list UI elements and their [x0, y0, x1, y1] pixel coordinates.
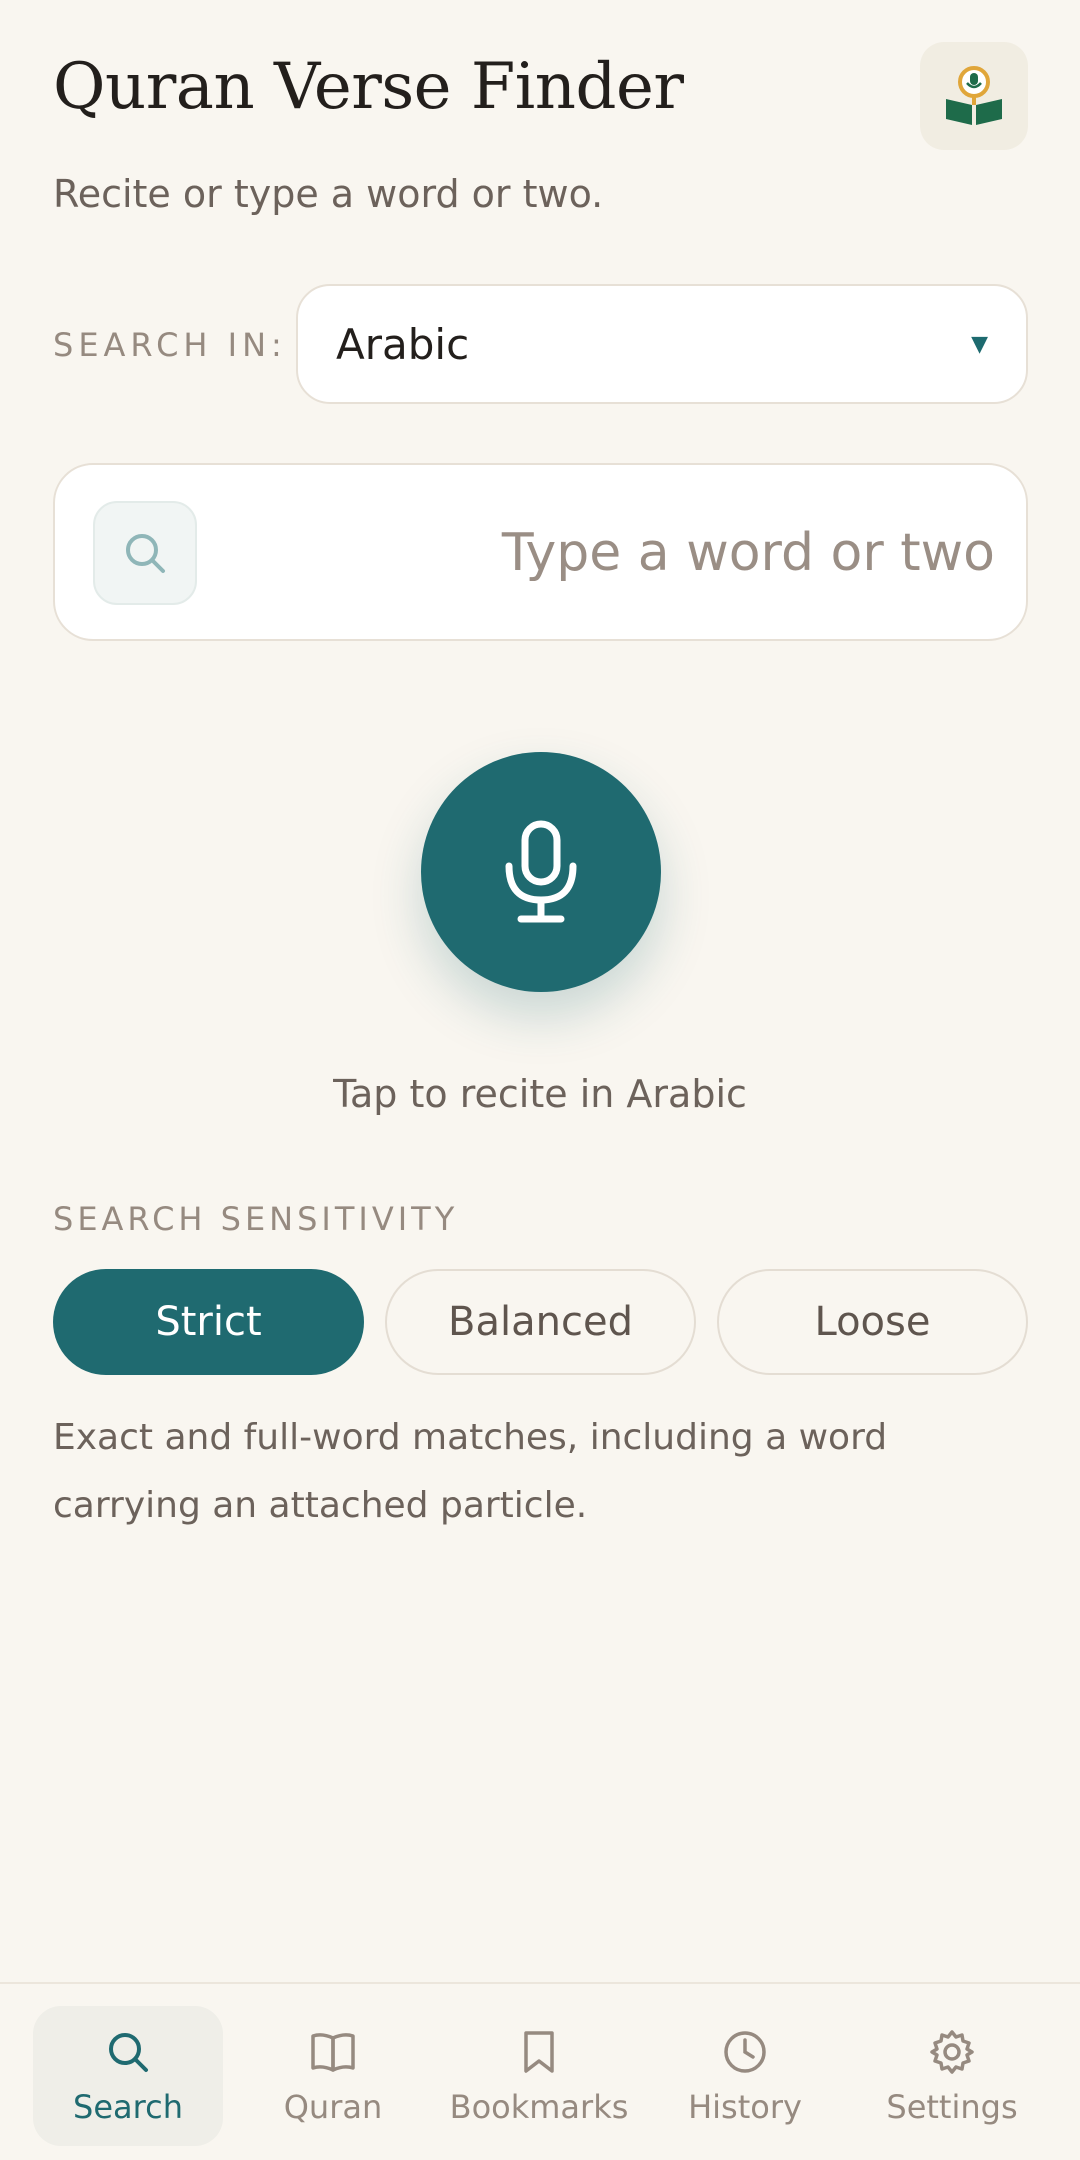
- mic-caption: Tap to recite in Arabic: [333, 1072, 747, 1116]
- screen: Quran Verse Finder Recite or type a word…: [0, 0, 1080, 2160]
- microphone-icon: [505, 820, 577, 923]
- sensitivity-option-strict[interactable]: Strict: [53, 1269, 364, 1375]
- sensitivity-description: Exact and full-word matches, including a…: [53, 1417, 888, 1526]
- search-icon: [109, 2033, 148, 2072]
- nav-item-settings[interactable]: Settings: [857, 2006, 1047, 2146]
- search-in-label: SEARCH IN:: [53, 326, 287, 364]
- nav-item-label: History: [688, 2088, 802, 2126]
- nav-item-label: Quran: [283, 2088, 383, 2126]
- nav-item-label: Search: [73, 2088, 183, 2126]
- app-logo-button[interactable]: [920, 42, 1028, 150]
- nav-item-quran[interactable]: Quran: [238, 2006, 428, 2146]
- book-icon: [311, 2033, 355, 2072]
- recite-mic-button[interactable]: [421, 752, 661, 992]
- search-icon: [126, 534, 165, 573]
- search-box: [53, 463, 1028, 641]
- page-subtitle: Recite or type a word or two.: [53, 172, 604, 216]
- nav-item-label: Settings: [886, 2088, 1018, 2126]
- nav-item-label: Bookmarks: [449, 2088, 629, 2126]
- nav-item-search[interactable]: Search: [33, 2006, 223, 2146]
- bookmark-icon: [524, 2031, 554, 2073]
- page-title: Quran Verse Finder: [53, 50, 684, 124]
- gear-icon: [930, 2030, 974, 2074]
- language-select[interactable]: Arabic ▼: [296, 284, 1028, 404]
- sensitivity-option-loose[interactable]: Loose: [717, 1269, 1028, 1375]
- quran-search-logo-icon: [946, 66, 1002, 125]
- search-icon-tile[interactable]: [93, 501, 197, 605]
- sensitivity-option-balanced[interactable]: Balanced: [385, 1269, 696, 1375]
- bottom-nav: Search Quran Bookmarks History Settings: [0, 1982, 1080, 2160]
- search-input[interactable]: [225, 495, 995, 611]
- dropdown-caret-icon: ▼: [971, 331, 988, 357]
- clock-icon: [724, 2031, 766, 2073]
- language-select-value: Arabic: [336, 319, 470, 369]
- nav-item-bookmarks[interactable]: Bookmarks: [444, 2006, 634, 2146]
- sensitivity-label: SEARCH SENSITIVITY: [53, 1200, 459, 1238]
- nav-item-history[interactable]: History: [650, 2006, 840, 2146]
